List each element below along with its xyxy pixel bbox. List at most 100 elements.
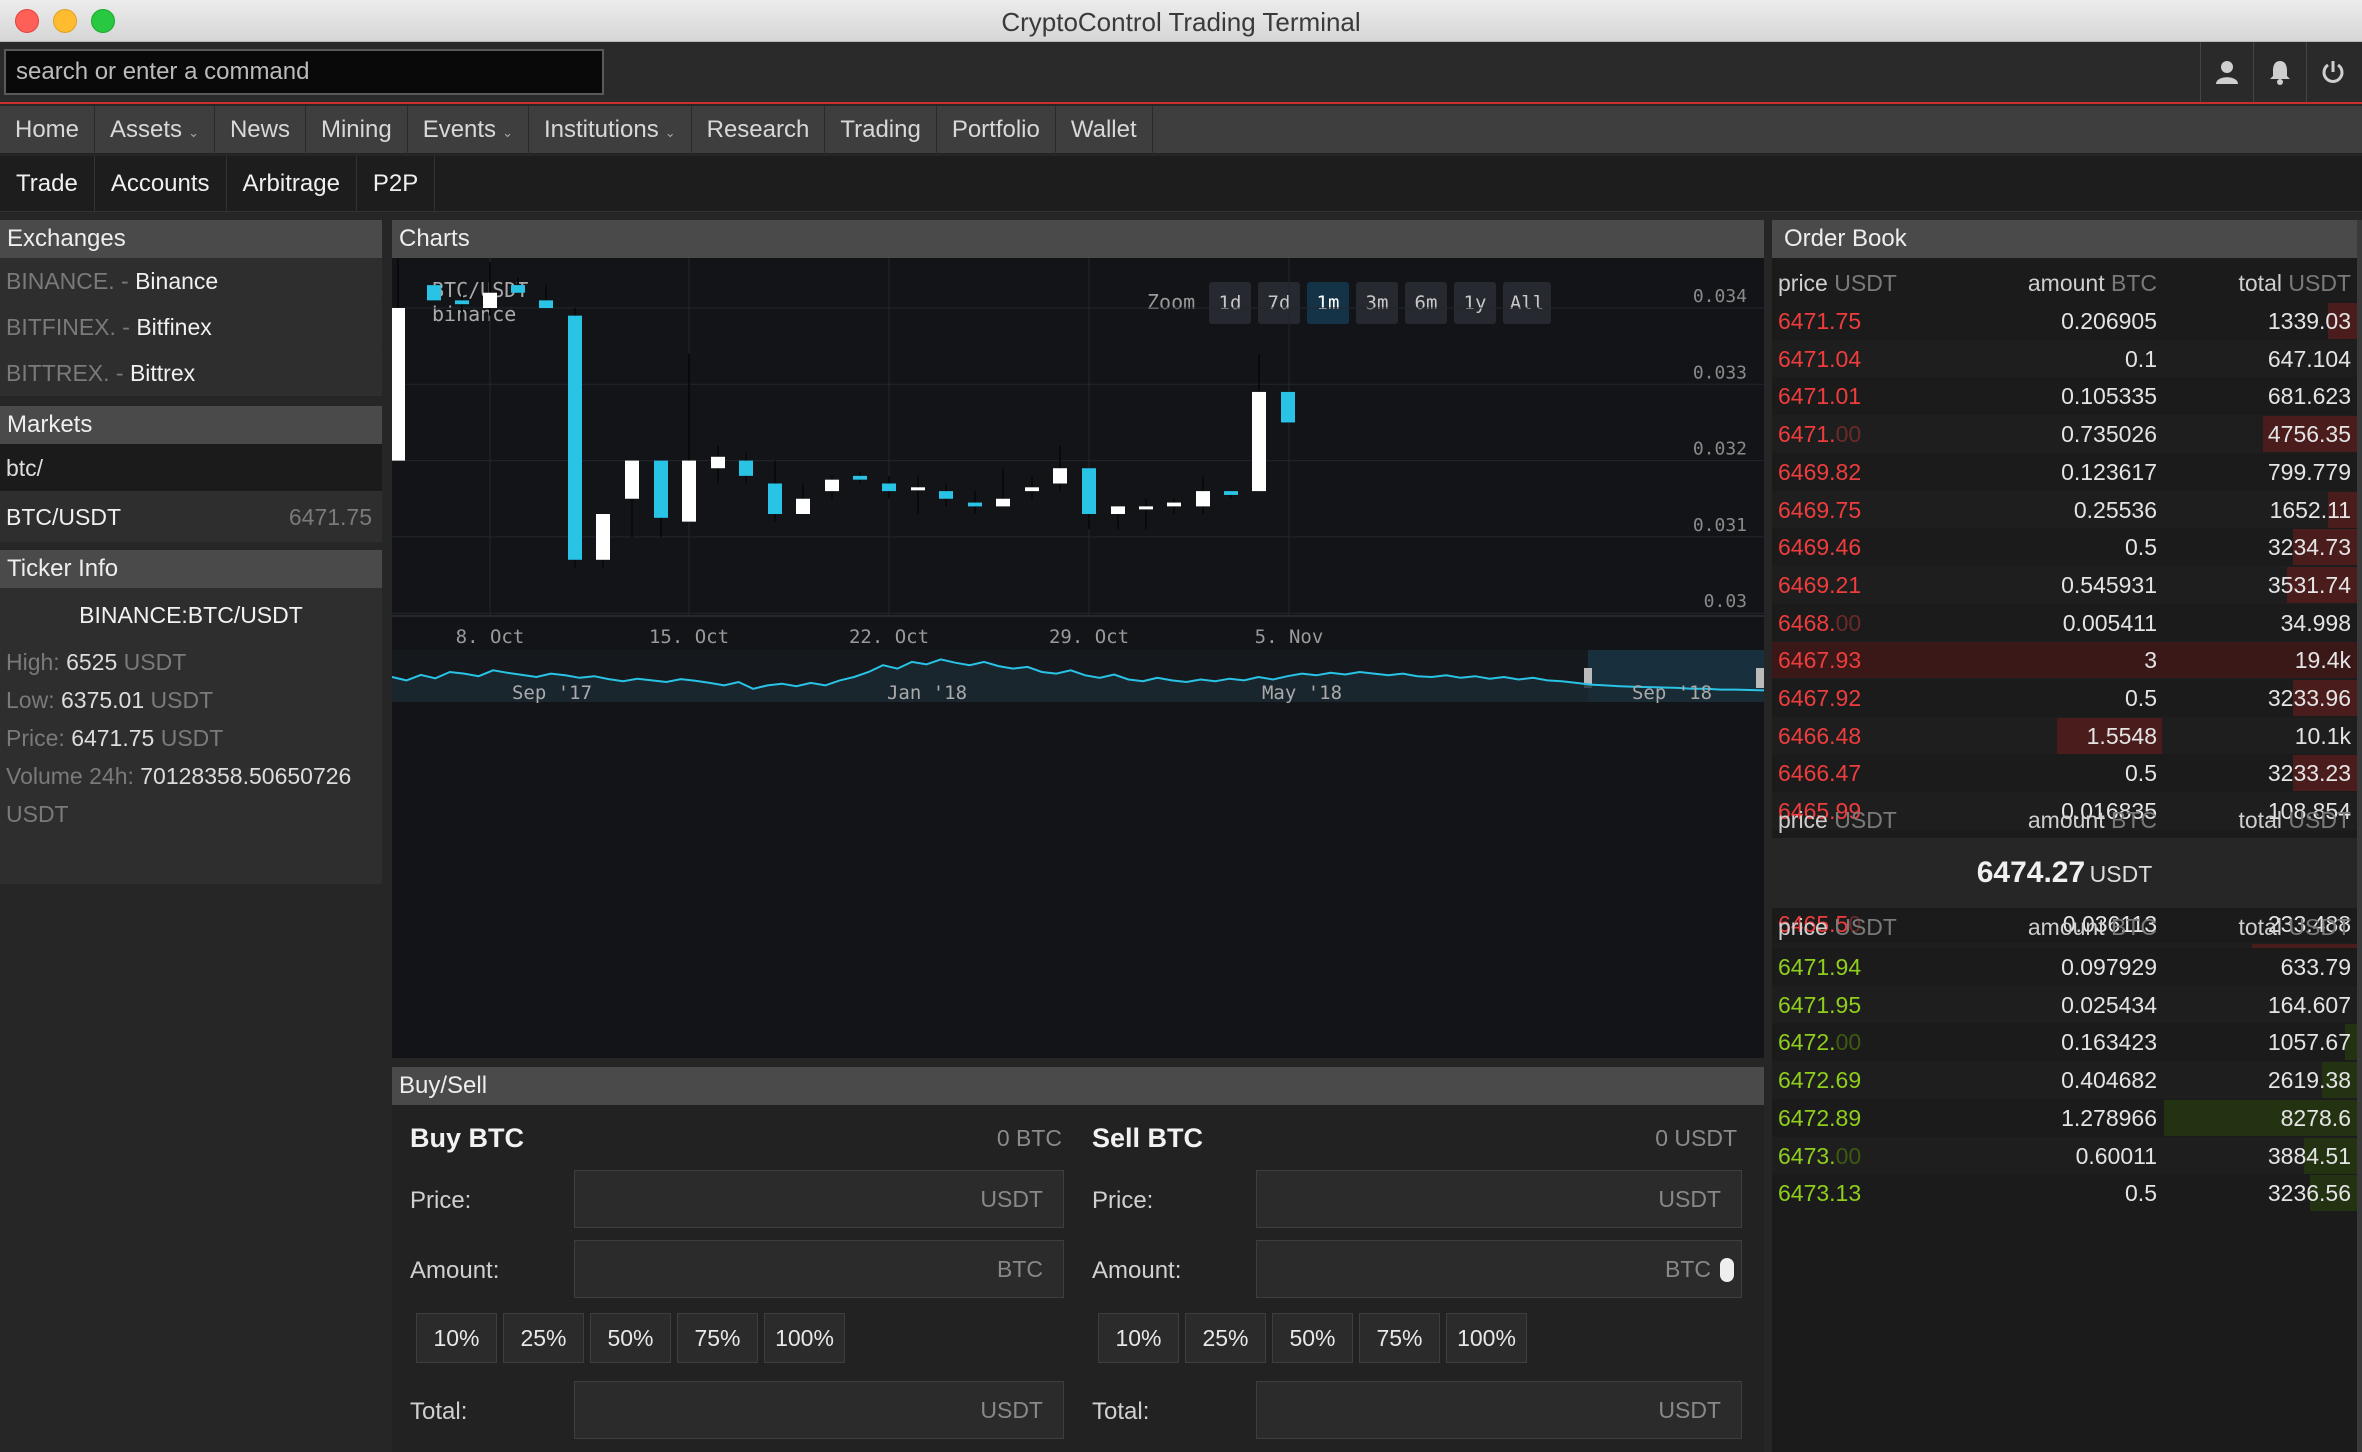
ask-amount: 0.545931 [2061, 571, 2157, 598]
exchange-code: BITTREX. - [6, 360, 130, 386]
nav-assets[interactable]: Assets ⌄ [95, 106, 215, 154]
market-filter-input[interactable]: btc/ [0, 444, 382, 492]
candle-body [739, 460, 753, 476]
exchange-name: Bitfinex [136, 314, 212, 340]
nav-wallet[interactable]: Wallet [1056, 106, 1153, 154]
candle-body [455, 300, 469, 305]
ask-row[interactable]: 6467.92 0.5 3233.96 [1772, 679, 2357, 717]
bid-total: 1057.67 [2267, 1029, 2351, 1056]
sell-percent-10-button[interactable]: 10% [1098, 1313, 1179, 1363]
bid-total: 3236.56 [2267, 1180, 2351, 1207]
ask-total: 19.4k [2294, 647, 2351, 674]
buy-percent-50-button[interactable]: 50% [590, 1313, 671, 1363]
sell-percent-25-button[interactable]: 25% [1185, 1313, 1266, 1363]
buy-amount-input[interactable]: BTC [574, 1240, 1064, 1298]
market-item[interactable]: BTC/USDT 6471.75 [0, 492, 382, 542]
ask-total: 34.998 [2280, 609, 2351, 636]
ask-price: 6469.21 [1778, 571, 1862, 598]
price-chart[interactable]: BTC/USDT binance Zoom 1d 7d 1m 3m 6m 1y All 0.… [392, 258, 1764, 1058]
candle-body [711, 456, 725, 469]
nav-events[interactable]: Events ⌄ [408, 106, 529, 154]
bid-price: 6472.69 [1778, 1067, 1862, 1094]
sell-amount-input[interactable]: BTC [1256, 1240, 1742, 1298]
order-book: price USDT amount BTC total USDT 6471.75 0.2… [1772, 258, 2357, 1452]
amount-col-header: amount BTC [2027, 270, 2157, 296]
nav-mining[interactable]: Mining [306, 106, 408, 154]
orderbook-column-header: price USDT amount BTC total USDT [1772, 908, 2357, 946]
exchange-item[interactable]: BINANCE. - Binance [0, 258, 382, 304]
candle-body [911, 487, 925, 491]
exchange-item[interactable]: BITTREX. - Bittrex [0, 350, 382, 396]
bid-row[interactable]: 6471.95 0.025434 164.607 [1772, 985, 2357, 1024]
sell-percent-50-button[interactable]: 50% [1272, 1313, 1353, 1363]
subnav-accounts[interactable]: Accounts [95, 156, 227, 212]
window-titlebar: CryptoControl Trading Terminal [0, 0, 2362, 42]
ask-row[interactable]: 6469.46 0.5 3234.73 [1772, 528, 2357, 567]
power-icon[interactable] [2306, 42, 2358, 102]
sell-percent-75-button[interactable]: 75% [1359, 1313, 1440, 1363]
user-icon[interactable] [2200, 42, 2252, 102]
bell-icon[interactable] [2253, 42, 2305, 102]
nav-home[interactable]: Home [0, 106, 96, 154]
buysell-header: Buy/Sell [392, 1067, 1764, 1105]
ask-price: 6471.04 [1778, 345, 1862, 372]
navigator-label: Jan '18 [887, 682, 967, 704]
buy-percent-10-button[interactable]: 10% [416, 1313, 497, 1363]
total-col-header: total USDT [2238, 270, 2352, 296]
buy-price-input[interactable]: USDT [574, 1170, 1064, 1228]
scrollbar[interactable] [2357, 220, 2362, 1452]
candle-body [825, 479, 839, 492]
ask-amount: 0.1 [2125, 345, 2157, 372]
sell-price-input[interactable]: USDT [1256, 1170, 1742, 1228]
sell-percent-100-button[interactable]: 100% [1446, 1313, 1527, 1363]
bid-row[interactable]: 6471.94 0.097929 633.79 [1772, 948, 2357, 986]
buy-percent-75-button[interactable]: 75% [677, 1313, 758, 1363]
buy-percent-25-button[interactable]: 25% [503, 1313, 584, 1363]
ask-row[interactable]: 6471.01 0.105335 681.623 [1772, 377, 2357, 416]
bid-row[interactable]: 6473.00 0.60011 3884.51 [1772, 1136, 2357, 1175]
nav-institutions[interactable]: Institutions ⌄ [529, 106, 692, 154]
bid-row[interactable]: 6472.00 0.163423 1057.67 [1772, 1023, 2357, 1062]
candle-body [768, 483, 782, 515]
bid-amount: 0.404682 [2061, 1067, 2157, 1094]
nav-trading[interactable]: Trading [825, 106, 937, 154]
bid-row[interactable]: 6473.13 0.5 3236.56 [1772, 1174, 2357, 1213]
search-input[interactable] [4, 49, 604, 95]
ask-row[interactable]: 6468.00 0.005411 34.998 [1772, 603, 2357, 642]
nav-label: Portfolio [951, 116, 1040, 143]
buy-percent-100-button[interactable]: 100% [764, 1313, 845, 1363]
bid-row[interactable]: 6472.89 1.278966 8278.6 [1772, 1098, 2357, 1137]
x-tick-label: 22. Oct [849, 626, 929, 648]
ask-row[interactable]: 6471.04 0.1 647.104 [1772, 339, 2357, 378]
subnav-p2p[interactable]: P2P [357, 156, 436, 212]
ask-row[interactable]: 6471.75 0.206905 1339.03 [1772, 302, 2357, 340]
ask-row[interactable]: 6471.00 0.735026 4756.35 [1772, 415, 2357, 454]
stepper-icon[interactable] [1720, 1258, 1734, 1282]
candlestick-chart: 0.034 0.033 0.032 0.031 0.03 8. Oct 15. Oct 22.… [392, 258, 1764, 704]
buy-total-input[interactable]: USDT [574, 1381, 1064, 1439]
candle-body [1167, 502, 1181, 507]
subnav-arbitrage[interactable]: Arbitrage [227, 156, 357, 212]
price-col-header: price USDT [1778, 807, 1897, 833]
ask-row[interactable]: 6469.21 0.545931 3531.74 [1772, 565, 2357, 604]
nav-portfolio[interactable]: Portfolio [937, 106, 1056, 154]
nav-label: Wallet [1070, 116, 1137, 143]
ask-row[interactable]: 6466.47 0.5 3233.23 [1772, 754, 2357, 793]
main-nav: Home Assets ⌄ News Mining Events ⌄ Institutions… [0, 106, 2362, 154]
navigator-right-handle[interactable] [1756, 668, 1764, 688]
ask-row[interactable]: 6469.82 0.123617 799.779 [1772, 452, 2357, 491]
nav-research[interactable]: Research [692, 106, 826, 154]
candle-body [1281, 391, 1295, 423]
exchange-item[interactable]: BITFINEX. - Bitfinex [0, 304, 382, 350]
nav-news[interactable]: News [215, 106, 306, 154]
ask-row[interactable]: 6467.93 3 19.4k [1772, 641, 2357, 680]
ask-row[interactable]: 6469.75 0.25536 1652.11 [1772, 490, 2357, 529]
sell-total-input[interactable]: USDT [1256, 1381, 1742, 1439]
ask-row[interactable]: 6466.48 1.5548 10.1k [1772, 716, 2357, 755]
nav-label: Institutions [543, 116, 659, 143]
subnav-trade[interactable]: Trade [0, 156, 95, 212]
sell-balance: 0 USDT [1655, 1125, 1737, 1151]
bid-amount: 0.025434 [2061, 991, 2157, 1018]
bid-row[interactable]: 6472.69 0.404682 2619.38 [1772, 1061, 2357, 1100]
sell-total-label: Total: [1092, 1398, 1150, 1425]
